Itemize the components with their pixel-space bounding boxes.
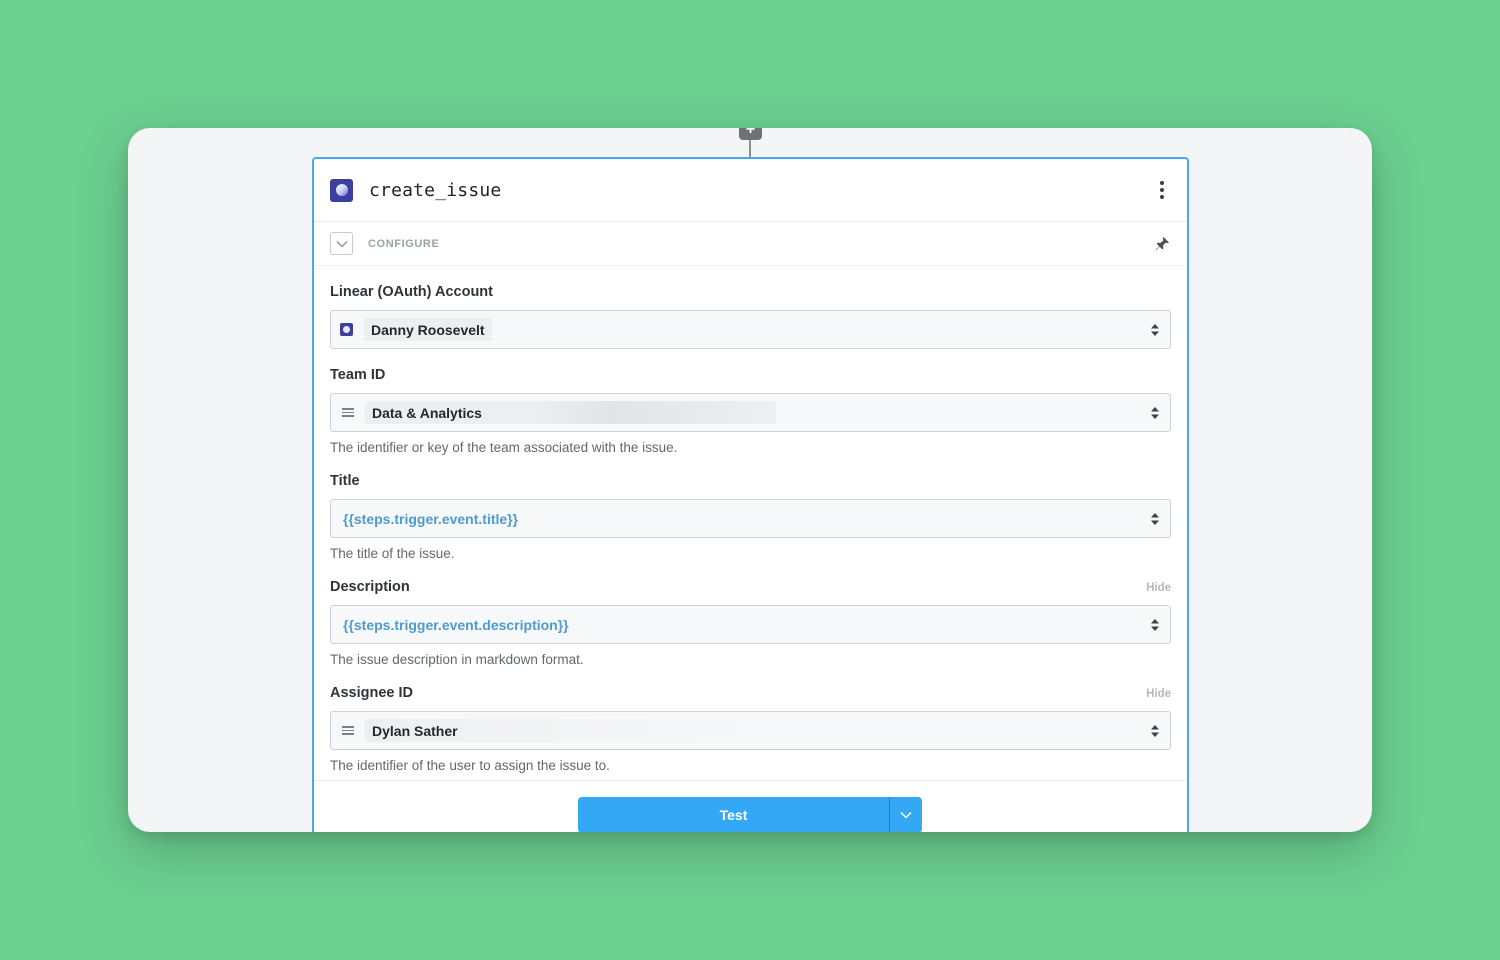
title-input[interactable]: {{steps.trigger.event.title}} <box>330 499 1171 538</box>
assignee-field: Assignee ID Hide Dylan Sather The identi… <box>330 685 1171 773</box>
add-step-plus-icon[interactable]: + <box>739 128 762 140</box>
description-help: The issue description in markdown format… <box>330 652 584 667</box>
test-button-group: Test <box>578 797 922 832</box>
list-icon <box>342 408 354 417</box>
account-label: Linear (OAuth) Account <box>330 284 493 300</box>
step-header: create_issue <box>314 159 1187 222</box>
account-chip: Danny Roosevelt <box>364 318 492 341</box>
select-arrows-icon <box>1151 618 1159 631</box>
test-button[interactable]: Test <box>578 797 889 832</box>
description-label: Description <box>330 579 410 595</box>
title-help: The title of the issue. <box>330 546 455 561</box>
step-card: create_issue CONFIGURE Linear (OAuth) Ac… <box>312 157 1189 832</box>
description-expression: {{steps.trigger.event.description}} <box>343 616 569 633</box>
linear-account-icon <box>340 323 353 336</box>
assignee-hide-link[interactable]: Hide <box>1146 688 1171 700</box>
test-options-dropdown[interactable] <box>890 797 922 832</box>
app-window: + create_issue CONFIGURE Linear (OAuth) … <box>128 128 1372 832</box>
select-arrows-icon <box>1151 406 1159 419</box>
config-fields: Linear (OAuth) Account Danny Roosevelt T… <box>314 266 1187 773</box>
step-title[interactable]: create_issue <box>369 180 501 201</box>
select-arrows-icon <box>1151 512 1159 525</box>
account-field: Linear (OAuth) Account Danny Roosevelt <box>330 284 1171 349</box>
team-help: The identifier or key of the team associ… <box>330 440 678 455</box>
title-label: Title <box>330 473 360 489</box>
step-footer: Test <box>314 780 1187 832</box>
team-select[interactable]: Data & Analytics <box>330 393 1171 432</box>
pin-icon[interactable] <box>1153 235 1171 253</box>
description-field: Description Hide {{steps.trigger.event.d… <box>330 579 1171 667</box>
select-arrows-icon <box>1151 323 1159 336</box>
linear-app-icon <box>330 178 353 202</box>
title-field: Title {{steps.trigger.event.title}} The … <box>330 473 1171 561</box>
more-options-icon[interactable] <box>1153 178 1171 202</box>
team-label: Team ID <box>330 367 386 383</box>
assignee-help: The identifier of the user to assign the… <box>330 758 610 773</box>
configure-label: CONFIGURE <box>368 237 440 250</box>
chevron-down-icon <box>900 811 912 819</box>
list-icon <box>342 726 354 735</box>
team-field: Team ID Data & Analytics The identifier … <box>330 367 1171 455</box>
chevron-down-icon[interactable] <box>330 232 353 255</box>
select-arrows-icon <box>1151 724 1159 737</box>
description-hide-link[interactable]: Hide <box>1146 582 1171 594</box>
title-expression: {{steps.trigger.event.title}} <box>343 510 519 527</box>
assignee-chip: Dylan Sather <box>365 719 756 742</box>
assignee-label: Assignee ID <box>330 685 413 701</box>
account-select[interactable]: Danny Roosevelt <box>330 310 1171 349</box>
assignee-select[interactable]: Dylan Sather <box>330 711 1171 750</box>
description-input[interactable]: {{steps.trigger.event.description}} <box>330 605 1171 644</box>
team-chip: Data & Analytics <box>365 401 776 424</box>
configure-section-header[interactable]: CONFIGURE <box>314 222 1187 266</box>
